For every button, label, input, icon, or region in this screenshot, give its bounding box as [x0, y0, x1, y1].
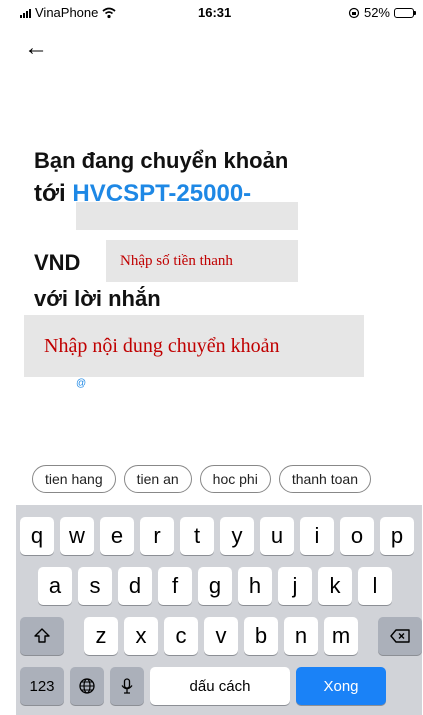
- key-i[interactable]: i: [300, 517, 334, 555]
- signal-icon: [20, 8, 31, 18]
- recipient-prefix: tới: [34, 180, 66, 207]
- key-g[interactable]: g: [198, 567, 232, 605]
- shift-icon: [34, 628, 50, 643]
- key-d[interactable]: d: [118, 567, 152, 605]
- key-r[interactable]: r: [140, 517, 174, 555]
- key-c[interactable]: c: [164, 617, 198, 655]
- key-z[interactable]: z: [84, 617, 118, 655]
- globe-key[interactable]: [70, 667, 104, 705]
- done-key[interactable]: Xong: [296, 667, 386, 705]
- key-b[interactable]: b: [244, 617, 278, 655]
- key-m[interactable]: m: [324, 617, 358, 655]
- space-key[interactable]: dấu cách: [150, 667, 290, 705]
- backspace-icon: [390, 629, 410, 643]
- currency-label: VND: [34, 250, 81, 275]
- key-n[interactable]: n: [284, 617, 318, 655]
- globe-icon: [79, 678, 95, 694]
- key-k[interactable]: k: [318, 567, 352, 605]
- suggestion-chip[interactable]: tien hang: [32, 465, 116, 493]
- mic-key[interactable]: [110, 667, 144, 705]
- key-j[interactable]: j: [278, 567, 312, 605]
- keyboard-row-1: q w e r t y u i o p: [20, 517, 414, 555]
- key-l[interactable]: l: [358, 567, 392, 605]
- status-bar: VinaPhone 16:31 52%: [16, 0, 422, 24]
- key-u[interactable]: u: [260, 517, 294, 555]
- suggestion-chip[interactable]: tien an: [123, 465, 192, 493]
- battery-info: 52%: [348, 5, 416, 20]
- key-f[interactable]: f: [158, 567, 192, 605]
- keyboard: q w e r t y u i o p a s d f g h j k l z …: [16, 505, 422, 715]
- phone-screen: VinaPhone 16:31 52% ← Bạn đang chuyển kh…: [16, 0, 422, 715]
- content-hint[interactable]: Nhập nội dung chuyển khoản: [24, 315, 364, 377]
- back-arrow-icon[interactable]: ←: [24, 36, 48, 60]
- microphone-icon: [121, 678, 133, 694]
- key-o[interactable]: o: [340, 517, 374, 555]
- orientation-lock-icon: [348, 7, 360, 18]
- keyboard-row-2: a s d f g h j k l: [38, 567, 392, 605]
- redaction-box: [76, 202, 298, 230]
- carrier-info: VinaPhone: [20, 5, 116, 20]
- shift-key[interactable]: [20, 617, 64, 655]
- key-s[interactable]: s: [78, 567, 112, 605]
- input-caret: @: [76, 378, 87, 389]
- key-q[interactable]: q: [20, 517, 54, 555]
- key-h[interactable]: h: [238, 567, 272, 605]
- carrier-name: VinaPhone: [35, 5, 99, 20]
- key-x[interactable]: x: [124, 617, 158, 655]
- key-p[interactable]: p: [380, 517, 414, 555]
- key-y[interactable]: y: [220, 517, 254, 555]
- backspace-key[interactable]: [378, 617, 422, 655]
- clock: 16:31: [198, 5, 232, 20]
- keyboard-row-4: 123 dấu cách Xong: [20, 667, 386, 705]
- key-w[interactable]: w: [60, 517, 94, 555]
- key-e[interactable]: e: [100, 517, 134, 555]
- key-t[interactable]: t: [180, 517, 214, 555]
- battery-percent: 52%: [363, 5, 390, 20]
- numbers-key[interactable]: 123: [20, 667, 64, 705]
- suggestion-chip[interactable]: thanh toan: [278, 465, 371, 493]
- amount-hint[interactable]: Nhập số tiền thanh: [106, 240, 298, 282]
- battery-icon: [394, 7, 416, 18]
- keyboard-row-3: z x c v b n m: [20, 617, 422, 655]
- transfer-intro: Bạn đang chuyển khoản: [34, 148, 289, 173]
- suggestion-bar: tien hang tien an hoc phi thanh toan: [32, 465, 371, 493]
- message-label: với lời nhắn: [34, 286, 161, 311]
- key-v[interactable]: v: [204, 617, 238, 655]
- wifi-icon: [102, 7, 116, 18]
- suggestion-chip[interactable]: hoc phi: [199, 465, 271, 493]
- key-a[interactable]: a: [38, 567, 72, 605]
